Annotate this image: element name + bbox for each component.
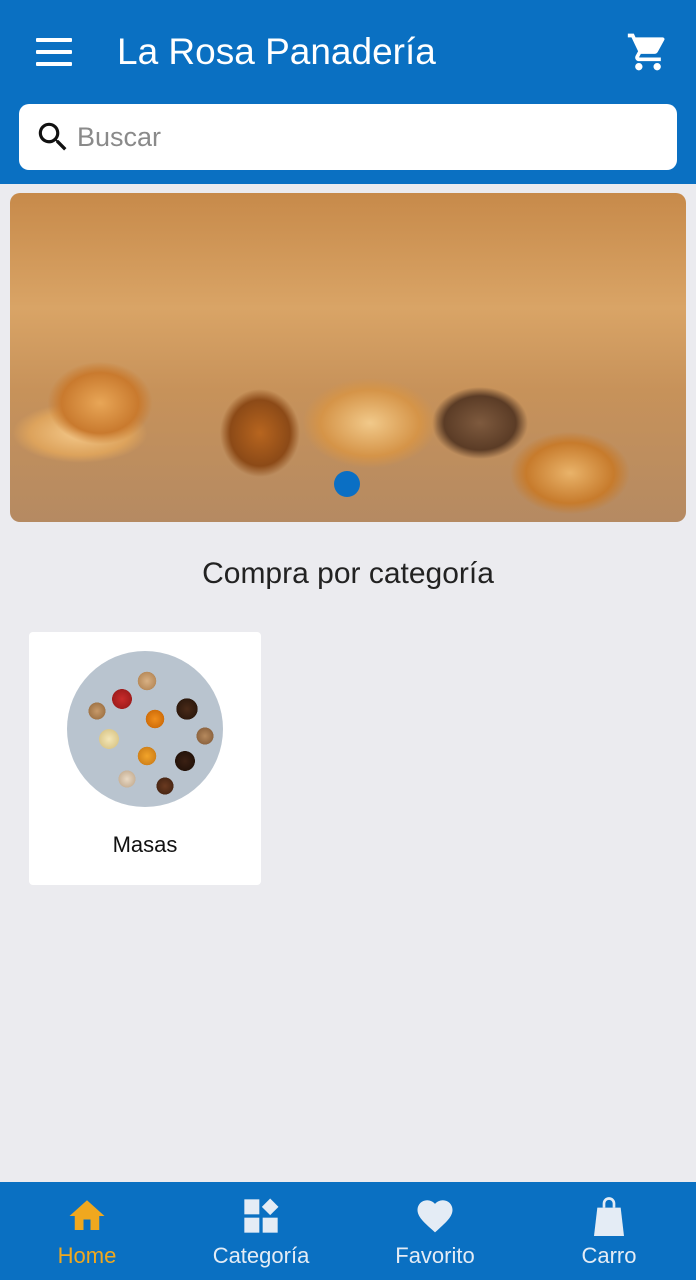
category-image bbox=[67, 651, 223, 807]
nav-label-category: Categoría bbox=[212, 1243, 310, 1268]
carousel-indicator-dot[interactable] bbox=[334, 471, 360, 497]
section-title: Compra por categoría bbox=[202, 557, 494, 590]
app-screen: La Rosa Panadería Compra por categoría M… bbox=[0, 0, 696, 1280]
shopping-cart-icon bbox=[627, 33, 665, 71]
nav-item-category[interactable]: Categoría bbox=[174, 1182, 348, 1280]
app-title: La Rosa Panadería bbox=[117, 31, 436, 72]
category-icon bbox=[239, 1194, 283, 1238]
nav-label-cart: Carro bbox=[581, 1243, 637, 1268]
nav-label-home: Home bbox=[57, 1243, 117, 1268]
category-card-masas[interactable]: Masas bbox=[29, 632, 261, 885]
nav-label-favorites: Favorito bbox=[395, 1243, 475, 1268]
shopping-bag-icon bbox=[587, 1194, 631, 1238]
category-label: Masas bbox=[112, 832, 178, 857]
menu-icon-bar bbox=[36, 50, 72, 54]
app-header: La Rosa Panadería bbox=[0, 0, 696, 184]
search-icon bbox=[33, 117, 73, 157]
search-bar[interactable] bbox=[19, 104, 677, 170]
bottom-navigation: Home Categoría Favorito Carro bbox=[0, 1182, 696, 1280]
nav-item-favorites[interactable]: Favorito bbox=[348, 1182, 522, 1280]
menu-icon-bar bbox=[36, 62, 72, 66]
banner-carousel[interactable] bbox=[10, 193, 686, 522]
cart-button[interactable] bbox=[622, 26, 674, 78]
heart-icon bbox=[413, 1194, 457, 1238]
nav-item-cart[interactable]: Carro bbox=[522, 1182, 696, 1280]
search-input[interactable] bbox=[73, 104, 677, 170]
home-icon bbox=[65, 1194, 109, 1238]
nav-item-home[interactable]: Home bbox=[0, 1182, 174, 1280]
menu-button[interactable] bbox=[28, 30, 80, 74]
menu-icon-bar bbox=[36, 38, 72, 42]
